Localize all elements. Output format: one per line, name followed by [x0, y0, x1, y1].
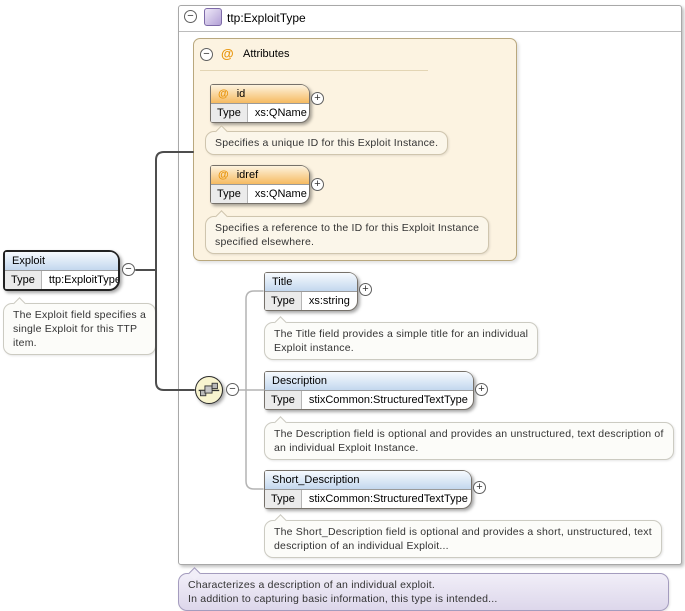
annotation-bubble: The Title field provides a simple title …: [264, 322, 538, 360]
attribute-type-row: Type xs:QName: [211, 104, 309, 122]
annotation-line: In addition to capturing basic informati…: [188, 592, 659, 606]
annotation-bubble: The Exploit field specifies a single Exp…: [3, 303, 156, 355]
type-value: ttp:ExploitType: [42, 271, 118, 289]
element-type-row: Type ttp:ExploitType: [5, 271, 118, 289]
type-value: xs:QName: [248, 185, 309, 203]
element-box-exploit[interactable]: Exploit Type ttp:ExploitType: [3, 250, 120, 291]
separator: [200, 70, 428, 71]
type-annotation-bubble: Characterizes a description of an indivi…: [178, 573, 669, 611]
sequence-icon[interactable]: [195, 376, 223, 404]
annotation-line: specified elsewhere.: [215, 235, 479, 249]
element-box-title[interactable]: Title Type xs:string: [264, 272, 358, 311]
type-value: xs:string: [302, 292, 357, 310]
annotation-line: an individual Exploit Instance.: [274, 441, 664, 455]
attributes-group: − @ Attributes @id Type xs:QName + Speci…: [193, 38, 517, 261]
type-label: Type: [265, 490, 302, 508]
element-type-row: Type stixCommon:StructuredTextType: [265, 490, 471, 508]
complex-type-icon: [204, 8, 222, 26]
annotation-line: Exploit instance.: [274, 341, 528, 355]
annotation-line: Specifies a reference to the ID for this…: [215, 221, 479, 235]
type-label: Type: [5, 271, 42, 289]
type-label: Type: [211, 104, 248, 122]
annotation-line: Specifies a unique ID for this Exploit I…: [215, 136, 438, 150]
element-box-short-description[interactable]: Short_Description Type stixCommon:Struct…: [264, 470, 472, 509]
annotation-bubble: Specifies a reference to the ID for this…: [205, 216, 489, 254]
type-label: Type: [211, 185, 248, 203]
element-name: Description: [265, 372, 473, 391]
annotation-line: Characterizes a description of an indivi…: [188, 578, 659, 592]
annotation-bubble: Specifies a unique ID for this Exploit I…: [205, 131, 448, 155]
attribute-marker-icon: @: [218, 169, 229, 181]
element-type-row: Type xs:string: [265, 292, 357, 310]
annotation-line: The Title field provides a simple title …: [274, 327, 528, 341]
annotation-bubble: The Description field is optional and pr…: [264, 422, 674, 460]
attribute-type-row: Type xs:QName: [211, 185, 309, 203]
type-label: Type: [265, 292, 302, 310]
type-value: stixCommon:StructuredTextType: [302, 490, 471, 508]
element-box-description[interactable]: Description Type stixCommon:StructuredTe…: [264, 371, 474, 410]
expand-toggle-icon[interactable]: +: [359, 283, 372, 296]
complex-type-name: ttp:ExploitType: [227, 11, 306, 25]
type-value: xs:QName: [248, 104, 309, 122]
element-type-row: Type stixCommon:StructuredTextType: [265, 391, 473, 409]
attribute-name: @id: [211, 85, 309, 104]
element-name: Title: [265, 273, 357, 292]
collapse-toggle-icon[interactable]: −: [122, 263, 135, 276]
annotation-bubble: The Short_Description field is optional …: [264, 520, 662, 558]
attributes-group-label: Attributes: [243, 48, 289, 60]
attribute-box-id[interactable]: @id Type xs:QName: [210, 84, 310, 123]
annotation-line: The Exploit field specifies a: [13, 308, 146, 322]
complex-type-header: − ttp:ExploitType: [179, 6, 681, 32]
collapse-toggle-icon[interactable]: −: [200, 48, 213, 61]
annotation-line: single Exploit for this TTP: [13, 322, 146, 336]
attribute-marker-icon: @: [221, 46, 234, 61]
attribute-marker-icon: @: [218, 88, 229, 100]
annotation-line: item.: [13, 336, 146, 350]
attribute-box-idref[interactable]: @idref Type xs:QName: [210, 165, 310, 204]
expand-toggle-icon[interactable]: +: [311, 178, 324, 191]
collapse-toggle-icon[interactable]: −: [184, 10, 197, 23]
type-value: stixCommon:StructuredTextType: [302, 391, 473, 409]
expand-toggle-icon[interactable]: +: [475, 383, 488, 396]
attribute-name: @idref: [211, 166, 309, 185]
element-name: Exploit: [5, 252, 118, 271]
type-label: Type: [265, 391, 302, 409]
expand-toggle-icon[interactable]: +: [311, 92, 324, 105]
xml-schema-diagram: − ttp:ExploitType − @ Attributes @id Typ…: [0, 0, 685, 611]
annotation-line: description of an individual Exploit...: [274, 539, 652, 553]
annotation-line: The Description field is optional and pr…: [274, 427, 664, 441]
collapse-toggle-icon[interactable]: −: [226, 383, 239, 396]
element-name: Short_Description: [265, 471, 471, 490]
annotation-line: The Short_Description field is optional …: [274, 525, 652, 539]
expand-toggle-icon[interactable]: +: [473, 481, 486, 494]
